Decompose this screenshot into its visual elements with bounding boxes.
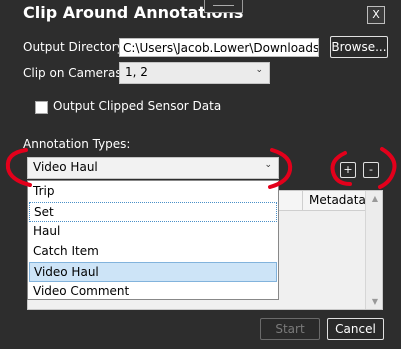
clip-around-annotations-dialog: Clip Around Annotations X Output Directo…	[0, 0, 401, 349]
red-markup-overlay	[5, 147, 397, 189]
right-bracket-mark	[268, 148, 293, 189]
minus-circle-mark	[378, 147, 397, 189]
left-bracket-mark	[5, 148, 32, 187]
plus-circle-mark	[330, 151, 352, 186]
